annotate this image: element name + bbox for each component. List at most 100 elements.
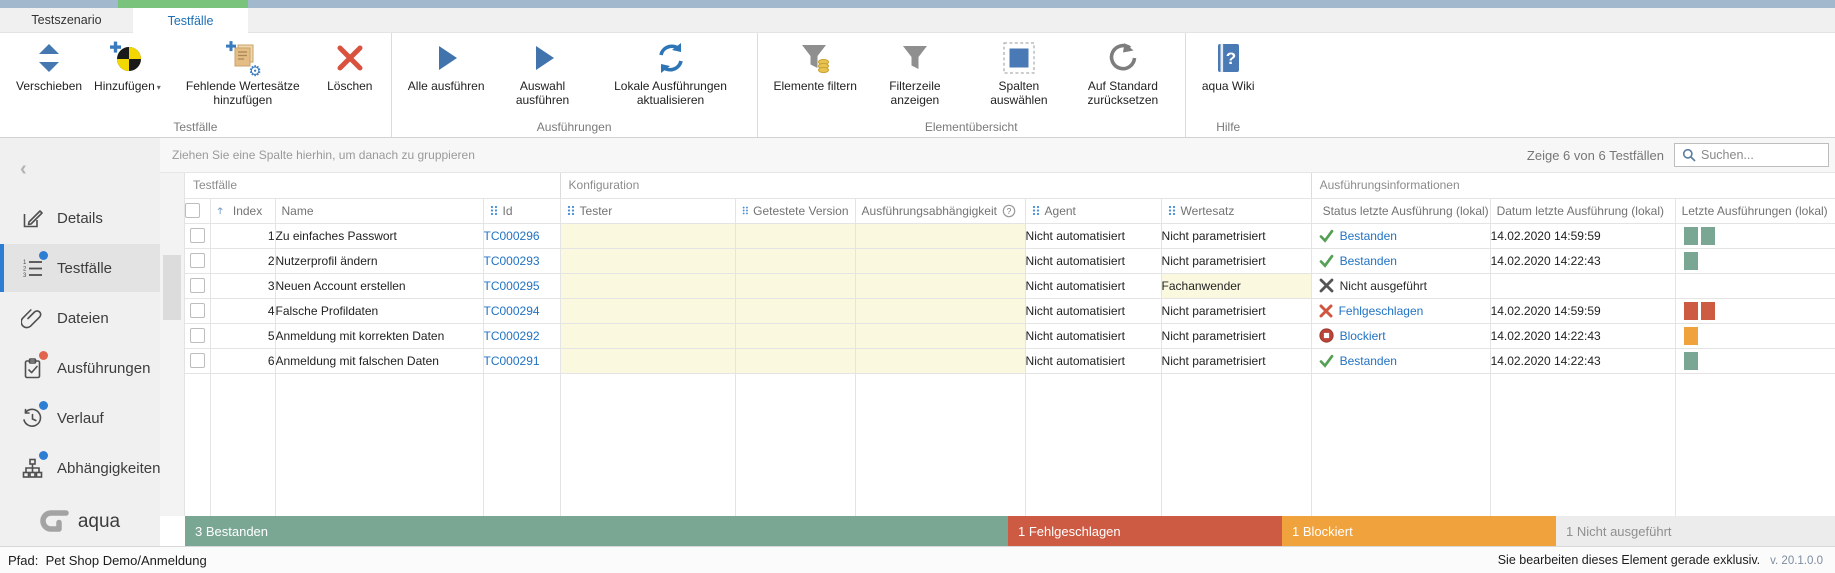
table-row[interactable]: 1Zu einfaches PasswortTC000296Nicht auto… xyxy=(185,223,1835,248)
refresh-local-executions-button[interactable]: Lokale Ausführungen aktualisieren xyxy=(595,39,747,109)
column-header-index[interactable]: Index xyxy=(210,198,275,223)
history-square-passed xyxy=(1684,352,1698,370)
row-checkbox[interactable] xyxy=(190,253,205,268)
sidebar-item-dateien[interactable]: Dateien xyxy=(0,294,160,342)
testcase-id-link[interactable]: TC000295 xyxy=(484,279,540,293)
badge-dot xyxy=(39,351,48,360)
table-row[interactable]: 6Anmeldung mit falschen DatenTC000291Nic… xyxy=(185,348,1835,373)
cell-version[interactable] xyxy=(735,273,855,298)
row-checkbox[interactable] xyxy=(190,353,205,368)
status-link[interactable]: Fehlgeschlagen xyxy=(1339,304,1424,318)
cell-dependency[interactable] xyxy=(855,348,1025,373)
cell-version[interactable] xyxy=(735,223,855,248)
status-passed-icon xyxy=(1319,229,1334,243)
group-by-panel[interactable]: Ziehen Sie eine Spalte hierhin, um danac… xyxy=(160,138,1835,173)
cell-dependency[interactable] xyxy=(855,248,1025,273)
status-passed-icon xyxy=(1319,354,1334,368)
column-header-dependency[interactable]: Ausführungsabhängigkeit? xyxy=(855,198,1025,223)
show-filter-row-button[interactable]: Filterzeile anzeigen xyxy=(863,39,967,109)
testcase-id-link[interactable]: TC000292 xyxy=(484,329,540,343)
column-header-version[interactable]: Getestete Version xyxy=(735,198,855,223)
testcase-id-link[interactable]: TC000291 xyxy=(484,354,540,368)
run-all-button[interactable]: Alle ausführen xyxy=(402,39,491,95)
column-header-name[interactable]: Name xyxy=(275,198,483,223)
tab-testfaelle[interactable]: Testfälle xyxy=(133,8,248,34)
aqua-wiki-button[interactable]: ? aqua Wiki xyxy=(1196,39,1261,95)
tab-testszenario[interactable]: Testszenario xyxy=(0,8,133,32)
column-header-id[interactable]: Id xyxy=(483,198,560,223)
cell-valueset: Nicht parametrisiert xyxy=(1161,323,1311,348)
move-button[interactable]: Verschieben xyxy=(10,39,88,95)
status-link[interactable]: Bestanden xyxy=(1340,229,1397,243)
collapse-sidebar-button[interactable]: ‹ xyxy=(20,158,27,181)
filter-elements-button[interactable]: Elemente filtern xyxy=(768,39,863,95)
cell-name: Nutzerprofil ändern xyxy=(275,248,483,273)
ribbon-group-caption: Elementübersicht xyxy=(758,120,1185,134)
sidebar-item-details[interactable]: Details xyxy=(0,194,160,242)
cell-status: Bestanden xyxy=(1311,223,1490,248)
app-window: Testszenario Testfälle Verschieben Hinzu… xyxy=(0,0,1835,573)
testcase-id-link[interactable]: TC000293 xyxy=(484,254,540,268)
cell-tester[interactable] xyxy=(560,248,735,273)
cell-tester[interactable] xyxy=(560,223,735,248)
cell-tester[interactable] xyxy=(560,298,735,323)
row-checkbox[interactable] xyxy=(190,228,205,243)
table-row[interactable]: 5Anmeldung mit korrekten DatenTC000292Ni… xyxy=(185,323,1835,348)
history-square-passed xyxy=(1684,227,1698,245)
row-checkbox[interactable] xyxy=(190,303,205,318)
cell-version[interactable] xyxy=(735,323,855,348)
row-checkbox[interactable] xyxy=(190,278,205,293)
column-header-history[interactable]: Letzte Ausführungen (lokal) xyxy=(1675,198,1835,223)
row-checkbox[interactable] xyxy=(190,328,205,343)
column-header-agent[interactable]: Agent xyxy=(1025,198,1161,223)
testcase-id-link[interactable]: TC000294 xyxy=(484,304,540,318)
select-all-checkbox[interactable] xyxy=(185,203,200,218)
column-header-status[interactable]: Status letzte Ausführung (lokal) xyxy=(1311,198,1490,223)
select-columns-button[interactable]: Spalten auswählen xyxy=(967,39,1071,109)
cell-dependency[interactable] xyxy=(855,323,1025,348)
status-link[interactable]: Bestanden xyxy=(1340,254,1397,268)
sidebar-item-verlauf[interactable]: Verlauf xyxy=(0,394,160,442)
column-group-header: Konfiguration xyxy=(560,173,1311,198)
ribbon-group-caption: Ausführungen xyxy=(392,120,757,134)
row-checkbox-cell xyxy=(185,348,210,373)
cell-id: TC000294 xyxy=(483,298,560,323)
cell-tester[interactable] xyxy=(560,273,735,298)
cell-status: Nicht ausgeführt xyxy=(1311,273,1490,298)
status-link[interactable]: Bestanden xyxy=(1340,354,1397,368)
cell-dependency[interactable] xyxy=(855,273,1025,298)
add-missing-valuesets-button[interactable]: ⚙ Fehlende Wertesätze hinzufügen xyxy=(167,39,319,109)
column-header-valueset[interactable]: Wertesatz xyxy=(1161,198,1311,223)
status-link[interactable]: Blockiert xyxy=(1340,329,1386,343)
cell-tester[interactable] xyxy=(560,323,735,348)
sidebar-item-abhaengigkeiten[interactable]: Abhängigkeiten xyxy=(0,444,160,492)
cell-id: TC000291 xyxy=(483,348,560,373)
delete-button[interactable]: Löschen xyxy=(319,39,381,95)
add-button[interactable]: Hinzufügen▾ xyxy=(88,39,167,97)
run-selection-button[interactable]: Auswahl ausführen xyxy=(491,39,595,109)
column-header-tester[interactable]: Tester xyxy=(560,198,735,223)
cell-date xyxy=(1490,273,1675,298)
reset-to-default-button[interactable]: Auf Standard zurücksetzen xyxy=(1071,39,1175,109)
sidebar-item-testfaelle[interactable]: 123 Testfälle xyxy=(0,244,160,292)
column-header-date[interactable]: Datum letzte Ausführung (lokal) xyxy=(1490,198,1675,223)
cell-history xyxy=(1675,248,1835,273)
table-row[interactable]: 4Falsche ProfildatenTC000294Nicht automa… xyxy=(185,298,1835,323)
cell-version[interactable] xyxy=(735,248,855,273)
table-row[interactable]: 2Nutzerprofil ändernTC000293Nicht automa… xyxy=(185,248,1835,273)
cell-dependency[interactable] xyxy=(855,223,1025,248)
cell-tester[interactable] xyxy=(560,348,735,373)
table-body: TestfälleKonfigurationAusführungsinforma… xyxy=(185,173,1835,516)
cell-version[interactable] xyxy=(735,348,855,373)
sidebar-item-ausfuehrungen[interactable]: Ausführungen xyxy=(0,344,160,392)
search-input[interactable] xyxy=(1701,148,1828,162)
cell-dependency[interactable] xyxy=(855,298,1025,323)
gutter-scroll-thumb[interactable] xyxy=(163,255,181,320)
cell-version[interactable] xyxy=(735,298,855,323)
search-box[interactable] xyxy=(1674,143,1829,167)
testcase-id-link[interactable]: TC000296 xyxy=(484,229,540,243)
table-row[interactable]: 3Neuen Account erstellenTC000295Nicht au… xyxy=(185,273,1835,298)
row-checkbox-cell xyxy=(185,273,210,298)
grid-area: TestfälleKonfigurationAusführungsinforma… xyxy=(185,173,1835,516)
select-all-checkbox-cell xyxy=(185,198,210,223)
